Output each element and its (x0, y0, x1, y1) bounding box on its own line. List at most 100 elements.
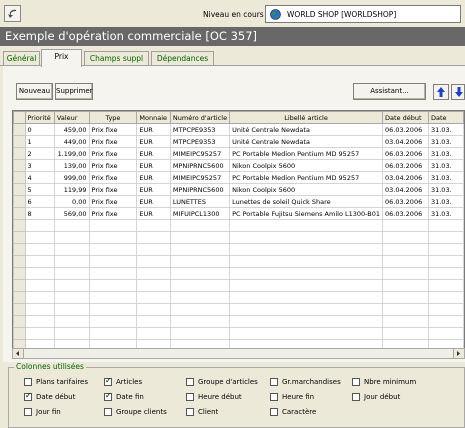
table-cell[interactable] (53, 303, 90, 316)
table-cell[interactable]: EUR (136, 147, 171, 160)
empty-table-row[interactable] (13, 315, 464, 328)
row-selector[interactable] (13, 159, 26, 172)
table-cell[interactable] (229, 219, 383, 232)
table-cell[interactable] (169, 243, 231, 256)
scroll-left-button[interactable] (13, 349, 24, 358)
column-checkbox[interactable]: Nbre minimum (352, 378, 416, 386)
table-cell[interactable]: Unité Centrale Newdata (229, 123, 383, 136)
table-cell[interactable] (382, 267, 429, 280)
checkbox-box[interactable] (270, 408, 278, 416)
table-cell[interactable] (136, 231, 171, 244)
column-checkbox[interactable]: Jour début (352, 393, 400, 401)
table-cell[interactable] (24, 243, 55, 256)
table-cell[interactable] (169, 267, 231, 280)
table-cell[interactable]: EUR (136, 123, 171, 136)
table-cell[interactable]: EUR (136, 159, 171, 172)
table-cell[interactable]: 31.03. (427, 171, 464, 184)
table-cell[interactable]: PC Portable Medion Pentium MD 95257 (229, 171, 383, 184)
column-checkbox[interactable]: Heure fin (270, 393, 314, 401)
table-row[interactable]: 5 119,99 Prix fixe EUR MPNIPRNC5600 Nikon Coo… (13, 183, 464, 196)
table-cell[interactable] (88, 279, 138, 292)
table-cell[interactable] (427, 231, 464, 244)
table-cell[interactable]: Prix fixe (88, 207, 138, 220)
table-cell[interactable] (24, 231, 55, 244)
table-cell[interactable] (169, 291, 231, 304)
row-selector[interactable] (13, 195, 26, 208)
table-cell[interactable] (229, 279, 383, 292)
table-cell[interactable]: 449,00 (53, 135, 90, 148)
row-selector[interactable] (13, 147, 26, 160)
column-header[interactable]: Date (427, 111, 464, 124)
table-cell[interactable] (136, 303, 171, 316)
table-cell[interactable] (24, 219, 55, 232)
row-selector[interactable] (13, 219, 26, 232)
table-cell[interactable] (427, 315, 464, 328)
table-cell[interactable] (427, 303, 464, 316)
table-cell[interactable] (24, 315, 55, 328)
back-button[interactable] (4, 5, 21, 22)
table-cell[interactable] (88, 327, 138, 340)
table-cell[interactable]: 4 (24, 171, 55, 184)
table-cell[interactable] (53, 219, 90, 232)
table-cell[interactable]: Nikon Coolpix 5600 (229, 159, 383, 172)
table-cell[interactable] (427, 279, 464, 292)
table-cell[interactable] (382, 315, 429, 328)
table-cell[interactable] (88, 231, 138, 244)
table-cell[interactable]: 31.03. (427, 159, 464, 172)
table-cell[interactable]: 31.03. (427, 135, 464, 148)
table-cell[interactable] (136, 315, 171, 328)
table-cell[interactable] (229, 291, 383, 304)
table-cell[interactable] (382, 291, 429, 304)
checkbox-box[interactable] (186, 378, 194, 386)
table-row[interactable]: 1 449,00 Prix fixe EUR MTPCPE9353 Unité Centr… (13, 135, 464, 148)
table-cell[interactable] (382, 243, 429, 256)
row-selector[interactable] (13, 279, 26, 292)
table-cell[interactable] (53, 243, 90, 256)
checkbox-box[interactable] (352, 393, 360, 401)
table-row[interactable]: 0 459,00 Prix fixe EUR MTPCPE9353 Unité Centr… (13, 123, 464, 136)
table-cell[interactable]: Prix fixe (88, 135, 138, 148)
empty-table-row[interactable] (13, 267, 464, 280)
table-cell[interactable] (427, 243, 464, 256)
table-cell[interactable] (136, 327, 171, 340)
table-cell[interactable] (88, 255, 138, 268)
table-cell[interactable] (382, 255, 429, 268)
table-cell[interactable] (427, 291, 464, 304)
table-cell[interactable] (169, 315, 231, 328)
table-cell[interactable]: 2 (24, 147, 55, 160)
column-checkbox[interactable]: Plans tarifaires (24, 378, 88, 386)
table-cell[interactable]: Prix fixe (88, 183, 138, 196)
checkbox-box[interactable] (24, 391, 32, 401)
table-cell[interactable] (24, 267, 55, 280)
table-row[interactable]: 4 999,00 Prix fixe EUR MIMEIPC95257 PC Portab… (13, 171, 464, 184)
table-cell[interactable] (169, 219, 231, 232)
table-cell[interactable] (382, 327, 429, 340)
table-cell[interactable]: MPNIPRNC5600 (169, 159, 231, 172)
column-header[interactable]: Valeur (53, 111, 90, 124)
checkbox-box[interactable] (24, 408, 32, 416)
table-cell[interactable] (88, 303, 138, 316)
row-selector[interactable] (13, 243, 26, 256)
column-header[interactable]: Date début (382, 111, 429, 124)
table-cell[interactable] (382, 303, 429, 316)
table-cell[interactable]: PC Portable Medion Pentium MD 95257 (229, 147, 383, 160)
table-cell[interactable] (53, 291, 90, 304)
table-cell[interactable]: 06.03.2006 (382, 159, 429, 172)
table-cell[interactable]: 06.03.2006 (382, 123, 429, 136)
row-selector[interactable] (13, 303, 26, 316)
column-checkbox[interactable]: Articles (104, 376, 142, 386)
table-cell[interactable] (169, 303, 231, 316)
table-cell[interactable]: 459,00 (53, 123, 90, 136)
table-cell[interactable]: MTPCPE9353 (169, 135, 231, 148)
checkbox-box[interactable] (104, 408, 112, 416)
table-cell[interactable]: EUR (136, 135, 171, 148)
table-cell[interactable] (229, 315, 383, 328)
table-cell[interactable]: Lunettes de soleil Quick Share (229, 195, 383, 208)
column-header[interactable]: Type (88, 111, 138, 124)
checkbox-box[interactable] (270, 393, 278, 401)
table-cell[interactable]: LUNETTES (169, 195, 231, 208)
move-down-button[interactable] (451, 84, 465, 100)
row-selector[interactable] (13, 207, 26, 220)
table-cell[interactable]: Prix fixe (88, 147, 138, 160)
scroll-right-button[interactable] (453, 349, 464, 358)
